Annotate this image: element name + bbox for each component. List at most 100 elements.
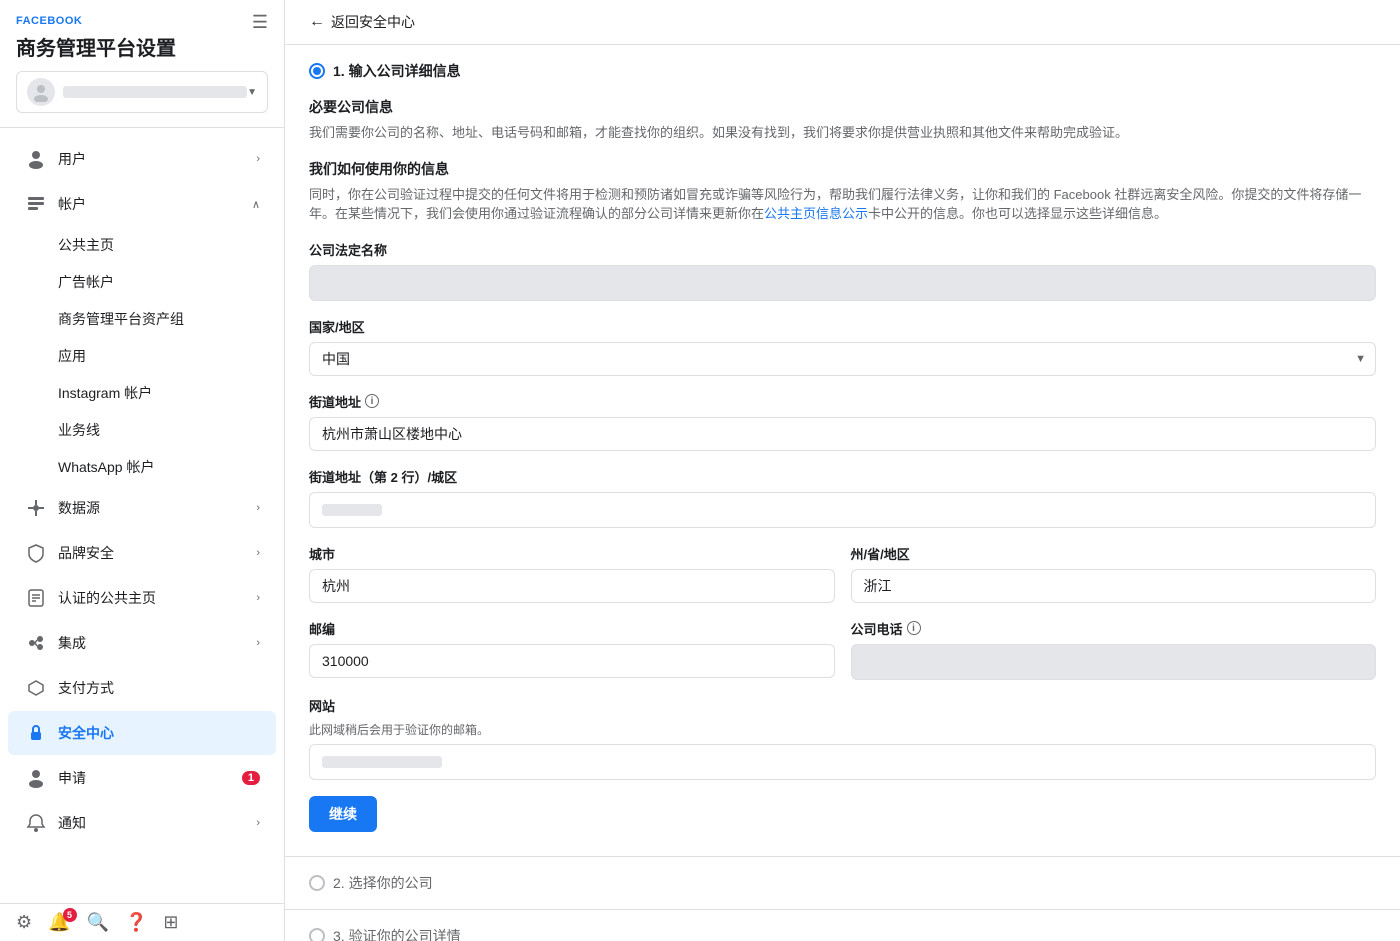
settings-icon[interactable]: ⚙ [16, 912, 32, 933]
grid-icon[interactable]: ⊞ [163, 912, 178, 933]
street-address-label: 街道地址 i [309, 392, 1376, 411]
integration-label: 集成 [58, 633, 256, 653]
website-input-wrapper [309, 744, 1376, 780]
step-3-section: 3. 验证你的公司详情 [285, 910, 1400, 941]
sidebar-item-apply[interactable]: 申请 1 [8, 756, 276, 800]
lock-icon [24, 721, 48, 745]
form-container: 1. 输入公司详细信息 必要公司信息 我们需要你公司的名称、地址、电话号码和邮箱… [285, 45, 1400, 941]
company-name-input-blurred[interactable] [309, 265, 1376, 301]
sidebar-subitem-whatsapp[interactable]: WhatsApp 帐户 [8, 449, 276, 485]
sidebar-nav: 用户 › 帐户 ∧ 公共主页 广告帐户 商务管理平台资产组 应用 Instagr… [0, 128, 284, 903]
website-blurred [322, 756, 442, 768]
hamburger-icon[interactable]: ☰ [252, 12, 268, 33]
step-2-radio [309, 875, 325, 891]
step-1-radio-inner [313, 67, 321, 75]
country-group: 国家/地区 中国 美国 日本 ▼ [309, 317, 1376, 376]
street-address-group: 街道地址 i [309, 392, 1376, 451]
phone-info-icon: i [907, 621, 921, 635]
phone-input-blurred[interactable] [851, 644, 1377, 680]
sidebar-subitem-pages[interactable]: 公共主页 [8, 227, 276, 263]
step-1-body: 必要公司信息 我们需要你公司的名称、地址、电话号码和邮箱，才能查找你的组织。如果… [285, 97, 1400, 856]
sidebar-item-integration[interactable]: 集成 › [8, 621, 276, 665]
account-name [63, 86, 247, 98]
street-address2-label: 街道地址（第 2 行）/城区 [309, 467, 1376, 486]
state-group: 州/省/地区 [851, 544, 1377, 603]
brand-label: FACEBOOK [16, 15, 82, 27]
sidebar-item-accounts[interactable]: 帐户 ∧ [8, 182, 276, 226]
sidebar-item-notify[interactable]: 通知 › [8, 801, 276, 845]
required-info-title: 必要公司信息 [309, 97, 1376, 117]
apply-label: 申请 [58, 768, 242, 788]
security-label: 安全中心 [58, 723, 260, 743]
sidebar-subitem-apps[interactable]: 应用 [8, 338, 276, 374]
chevron-icon: › [256, 502, 260, 514]
brand-safety-label: 品牌安全 [58, 543, 256, 563]
avatar [27, 78, 55, 106]
certified-pages-label: 认证的公共主页 [58, 588, 256, 608]
how-we-use-group: 我们如何使用你的信息 同时，你在公司验证过程中提交的任何文件将用于检测和预防诸如… [309, 159, 1376, 224]
sidebar-header: FACEBOOK ☰ 商务管理平台设置 ▼ [0, 0, 284, 128]
step-1-header[interactable]: 1. 输入公司详细信息 [285, 45, 1400, 97]
chevron-icon: › [256, 547, 260, 559]
state-input[interactable] [851, 569, 1377, 603]
sidebar-subitem-instagram[interactable]: Instagram 帐户 [8, 375, 276, 411]
users-icon [24, 147, 48, 171]
step-3-header[interactable]: 3. 验证你的公司详情 [285, 910, 1400, 941]
street-address2-blurred [322, 504, 382, 516]
users-label: 用户 [58, 149, 256, 169]
step-2-title: 2. 选择你的公司 [333, 873, 433, 893]
step-3-radio [309, 928, 325, 941]
sidebar-item-payment[interactable]: 支付方式 [8, 666, 276, 710]
notify-icon [24, 811, 48, 835]
step-1-title: 1. 输入公司详细信息 [333, 61, 461, 81]
sidebar-subitem-business-lines[interactable]: 业务线 [8, 412, 276, 448]
chevron-down-icon: ▼ [247, 87, 257, 98]
chevron-up-icon: ∧ [252, 198, 260, 211]
help-icon[interactable]: ❓ [125, 912, 147, 933]
sidebar-item-certified-pages[interactable]: 认证的公共主页 › [8, 576, 276, 620]
street-address-input[interactable] [309, 417, 1376, 451]
chevron-icon: › [256, 817, 260, 829]
city-group: 城市 [309, 544, 835, 603]
payment-icon [24, 676, 48, 700]
company-name-label: 公司法定名称 [309, 240, 1376, 259]
sidebar-item-datasource[interactable]: 数据源 › [8, 486, 276, 530]
datasource-icon [24, 496, 48, 520]
bell-icon[interactable]: 🔔 5 [48, 912, 70, 933]
country-select-wrapper: 中国 美国 日本 ▼ [309, 342, 1376, 376]
website-label: 网站 [309, 696, 1376, 715]
country-select[interactable]: 中国 美国 日本 [309, 342, 1376, 376]
street-address2-input-wrapper [309, 492, 1376, 528]
accounts-icon [24, 192, 48, 216]
back-button[interactable]: ← 返回安全中心 [309, 12, 415, 32]
back-arrow-icon: ← [309, 13, 325, 31]
sidebar-item-brand-safety[interactable]: 品牌安全 › [8, 531, 276, 575]
chevron-icon: › [256, 153, 260, 165]
sidebar-subitem-asset-groups[interactable]: 商务管理平台资产组 [8, 301, 276, 337]
street-address-info-icon: i [365, 394, 379, 408]
company-name-group: 公司法定名称 [309, 240, 1376, 301]
back-label: 返回安全中心 [331, 12, 415, 32]
sidebar-item-users[interactable]: 用户 › [8, 137, 276, 181]
search-icon[interactable]: 🔍 [87, 912, 109, 933]
sidebar-subitem-ad-accounts[interactable]: 广告帐户 [8, 264, 276, 300]
payment-label: 支付方式 [58, 678, 260, 698]
notify-label: 通知 [58, 813, 256, 833]
integration-icon [24, 631, 48, 655]
step-2-header[interactable]: 2. 选择你的公司 [285, 857, 1400, 909]
city-input[interactable] [309, 569, 835, 603]
account-selector[interactable]: ▼ [16, 71, 268, 113]
country-label: 国家/地区 [309, 317, 1376, 336]
apply-icon [24, 766, 48, 790]
zip-input[interactable] [309, 644, 835, 678]
city-state-row: 城市 州/省/地区 [309, 544, 1376, 619]
sidebar-footer: ⚙ 🔔 5 🔍 ❓ ⊞ [0, 903, 284, 941]
step-3-title: 3. 验证你的公司详情 [333, 926, 461, 941]
state-label: 州/省/地区 [851, 544, 1377, 563]
continue-button[interactable]: 继续 [309, 796, 377, 832]
sidebar-item-security[interactable]: 安全中心 [8, 711, 276, 755]
street-address2-group: 街道地址（第 2 行）/城区 [309, 467, 1376, 528]
accounts-label: 帐户 [58, 194, 252, 214]
apply-badge: 1 [242, 771, 260, 785]
shield-icon [24, 541, 48, 565]
